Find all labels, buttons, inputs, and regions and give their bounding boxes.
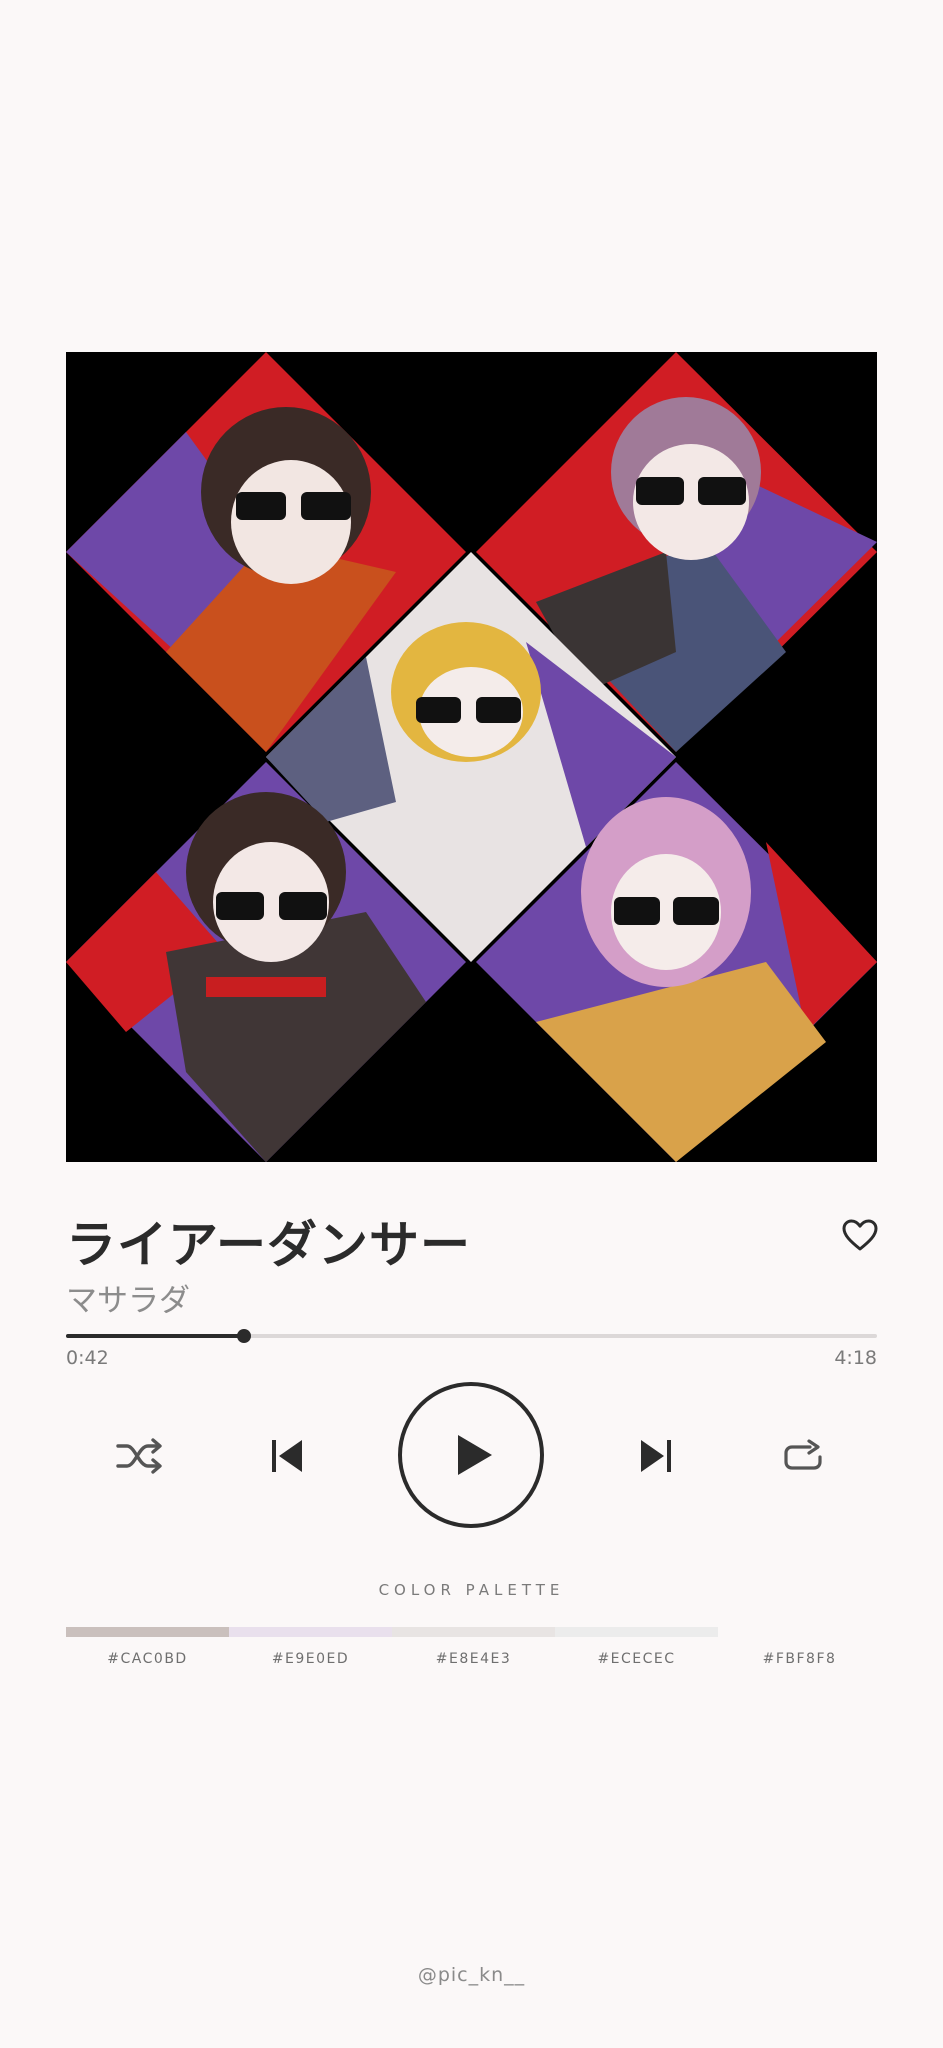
palette-swatch: #E9E0ED xyxy=(229,1627,392,1667)
palette-swatch: #FBF8F8 xyxy=(718,1627,881,1667)
swatch-hex-label: #E8E4E3 xyxy=(435,1651,512,1667)
repeat-icon xyxy=(784,1439,822,1470)
swatch-hex-label: #E9E0ED xyxy=(271,1651,350,1667)
next-button[interactable] xyxy=(631,1431,681,1481)
swatch-color xyxy=(229,1627,392,1637)
heart-icon xyxy=(842,1219,878,1251)
color-palette: #CAC0BD #E9E0ED #E8E4E3 #ECECEC #FBF8F8 xyxy=(66,1627,881,1667)
repeat-button[interactable] xyxy=(776,1431,832,1481)
swatch-hex-label: #FBF8F8 xyxy=(762,1651,837,1667)
palette-swatch: #ECECEC xyxy=(555,1627,718,1667)
palette-title: COLOR PALETTE xyxy=(378,1581,565,1599)
palette-swatch: #CAC0BD xyxy=(66,1627,229,1667)
swatch-color xyxy=(718,1627,881,1637)
swatch-color xyxy=(66,1627,229,1637)
swatch-hex-label: #ECECEC xyxy=(597,1651,676,1667)
previous-button[interactable] xyxy=(262,1431,312,1481)
progress-knob[interactable] xyxy=(237,1329,252,1343)
swatch-color xyxy=(392,1627,555,1637)
play-icon xyxy=(458,1435,492,1475)
song-title: ライアーダンサー xyxy=(66,1216,471,1274)
swatch-hex-label: #CAC0BD xyxy=(107,1651,188,1667)
creator-credit: @pic_kn__ xyxy=(417,1964,526,1986)
elapsed-time: 0:42 xyxy=(66,1347,109,1369)
artist-name: マサラダ xyxy=(66,1283,190,1319)
favorite-button[interactable] xyxy=(841,1218,879,1252)
progress-bar[interactable] xyxy=(66,1326,877,1346)
palette-swatch: #E8E4E3 xyxy=(392,1627,555,1667)
play-button[interactable] xyxy=(398,1382,544,1528)
shuffle-icon xyxy=(116,1438,162,1474)
progress-fill xyxy=(66,1334,245,1338)
total-time: 4:18 xyxy=(834,1347,877,1369)
swatch-color xyxy=(555,1627,718,1637)
shuffle-button[interactable] xyxy=(112,1431,168,1481)
album-artwork xyxy=(66,352,877,1162)
skip-next-icon xyxy=(641,1440,671,1472)
skip-previous-icon xyxy=(272,1440,302,1472)
